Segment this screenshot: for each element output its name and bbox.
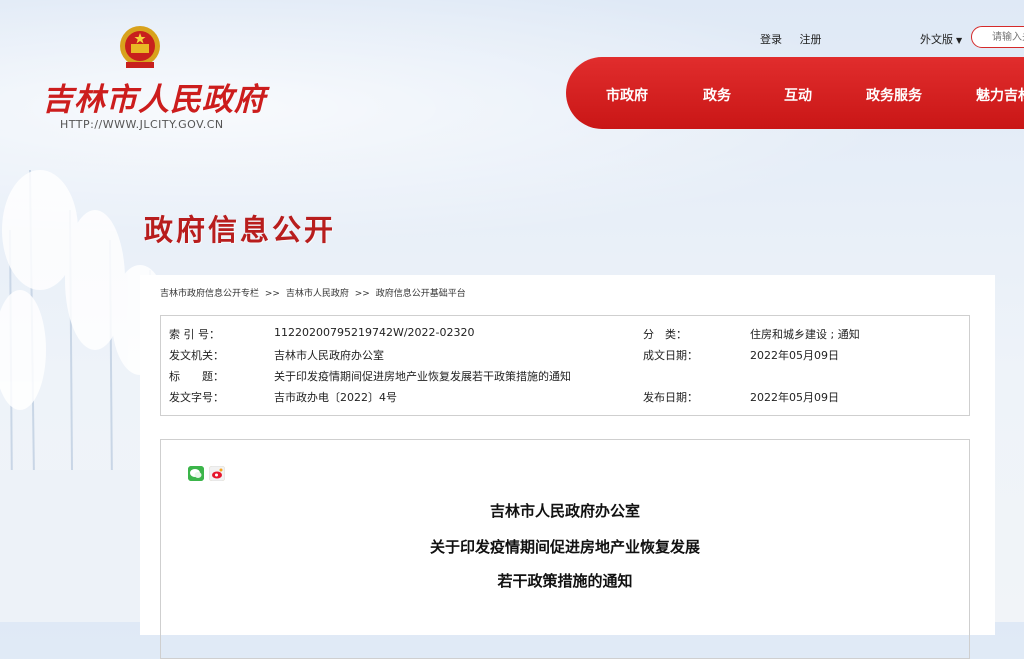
document-body: 吉林市人民政府办公室 关于印发疫情期间促进房地产业恢复发展 若干政策措施的通知 (160, 439, 970, 659)
document-title-line: 吉林市人民政府办公室 (489, 502, 640, 520)
nav-item-charm-jilin[interactable]: 魅力吉林 (976, 85, 1024, 105)
breadcrumb: 吉林市政府信息公开专栏 >> 吉林市人民政府 >> 政府信息公开基础平台 (160, 286, 466, 299)
title-value: 关于印发疫情期间促进房地产业恢复发展若干政策措施的通知 (274, 370, 571, 383)
nav-item-interaction[interactable]: 互动 (784, 85, 812, 105)
language-dropdown[interactable]: 外文版 ▼ (920, 31, 962, 47)
meta-row: 发文字号： 吉市政办电〔2022〕4号 发布日期： 2022年05月09日 (161, 389, 969, 410)
national-emblem-icon (120, 26, 160, 68)
doc-number-value: 吉市政办电〔2022〕4号 (274, 391, 397, 404)
created-date-value: 2022年05月09日 (750, 349, 839, 362)
register-link[interactable]: 注册 (800, 33, 822, 46)
breadcrumb-item[interactable]: 吉林市人民政府 (286, 289, 349, 299)
document-metadata-table: 索 引 号： 11220200795219742W/2022-02320 分 类… (160, 315, 970, 416)
meta-row: 发文机关： 吉林市人民政府办公室 成文日期： 2022年05月09日 (161, 347, 969, 368)
breadcrumb-item[interactable]: 政府信息公开基础平台 (376, 289, 466, 299)
issuer-value: 吉林市人民政府办公室 (274, 349, 384, 362)
meta-row: 索 引 号： 11220200795219742W/2022-02320 分 类… (161, 326, 969, 347)
category-label: 分 类： (643, 328, 687, 341)
caret-down-icon: ▼ (956, 36, 963, 45)
breadcrumb-separator: >> (354, 289, 370, 299)
document-title-line: 若干政策措施的通知 (497, 572, 633, 590)
published-date-label: 发布日期： (643, 391, 698, 404)
language-label: 外文版 (920, 33, 953, 46)
breadcrumb-item[interactable]: 吉林市政府信息公开专栏 (160, 289, 259, 299)
site-logo-text[interactable]: 吉林市人民政府 (42, 74, 266, 119)
published-date-value: 2022年05月09日 (750, 391, 839, 404)
site-url: HTTP://WWW.JLCITY.GOV.CN (60, 118, 224, 131)
document-title-line: 关于印发疫情期间促进房地产业恢复发展 (429, 538, 700, 556)
issuer-label: 发文机关： (169, 349, 224, 362)
category-value: 住房和城乡建设 ; 通知 (750, 328, 860, 341)
nav-item-city-gov[interactable]: 市政府 (606, 85, 648, 105)
breadcrumb-separator: >> (264, 289, 280, 299)
index-value: 11220200795219742W/2022-02320 (274, 326, 475, 339)
doc-number-label: 发文字号： (169, 391, 224, 404)
page-title: 政府信息公开 (144, 213, 337, 247)
nav-item-services[interactable]: 政务服务 (866, 85, 922, 105)
top-links: 登录 注册 (760, 31, 836, 47)
search-input[interactable] (971, 26, 1024, 48)
wechat-share-icon[interactable] (188, 466, 204, 481)
title-label: 标 题： (169, 370, 224, 383)
content-panel: 吉林市政府信息公开专栏 >> 吉林市人民政府 >> 政府信息公开基础平台 索 引… (140, 275, 995, 659)
login-link[interactable]: 登录 (760, 33, 782, 46)
meta-row: 标 题： 关于印发疫情期间促进房地产业恢复发展若干政策措施的通知 (161, 368, 969, 389)
created-date-label: 成文日期： (643, 349, 698, 362)
index-label: 索 引 号： (169, 328, 220, 341)
weibo-share-icon[interactable] (209, 466, 225, 481)
nav-item-government-affairs[interactable]: 政务 (703, 85, 731, 105)
main-nav: 市政府 政务 互动 政务服务 魅力吉林 (566, 57, 1024, 129)
